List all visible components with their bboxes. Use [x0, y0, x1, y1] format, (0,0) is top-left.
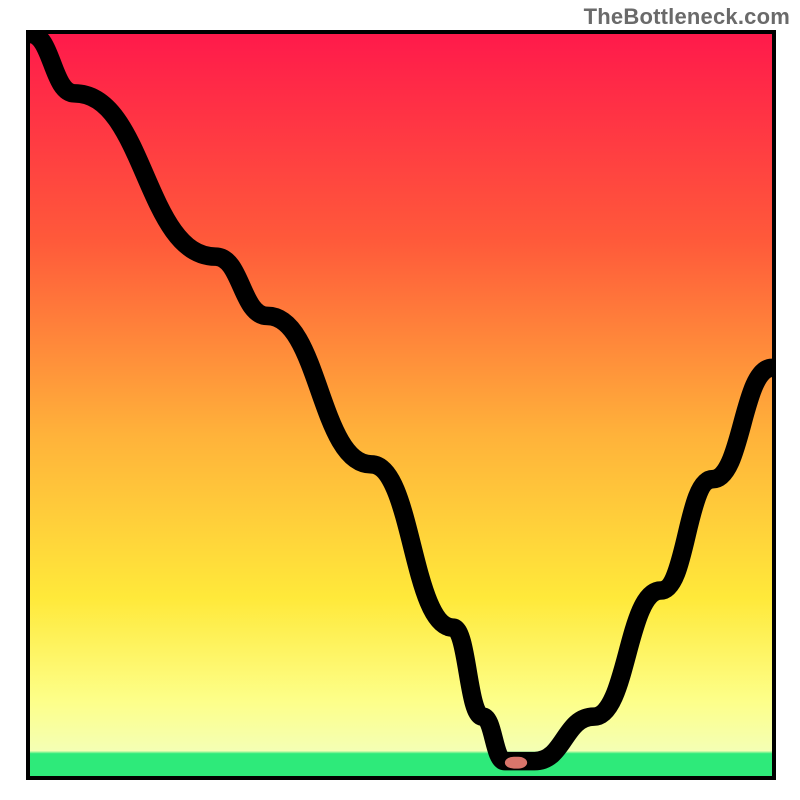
current-config-marker	[505, 757, 527, 769]
plot-frame	[26, 30, 776, 780]
watermark-text: TheBottleneck.com	[584, 4, 790, 30]
chart-root: TheBottleneck.com	[0, 0, 800, 800]
chart-svg	[30, 34, 772, 776]
